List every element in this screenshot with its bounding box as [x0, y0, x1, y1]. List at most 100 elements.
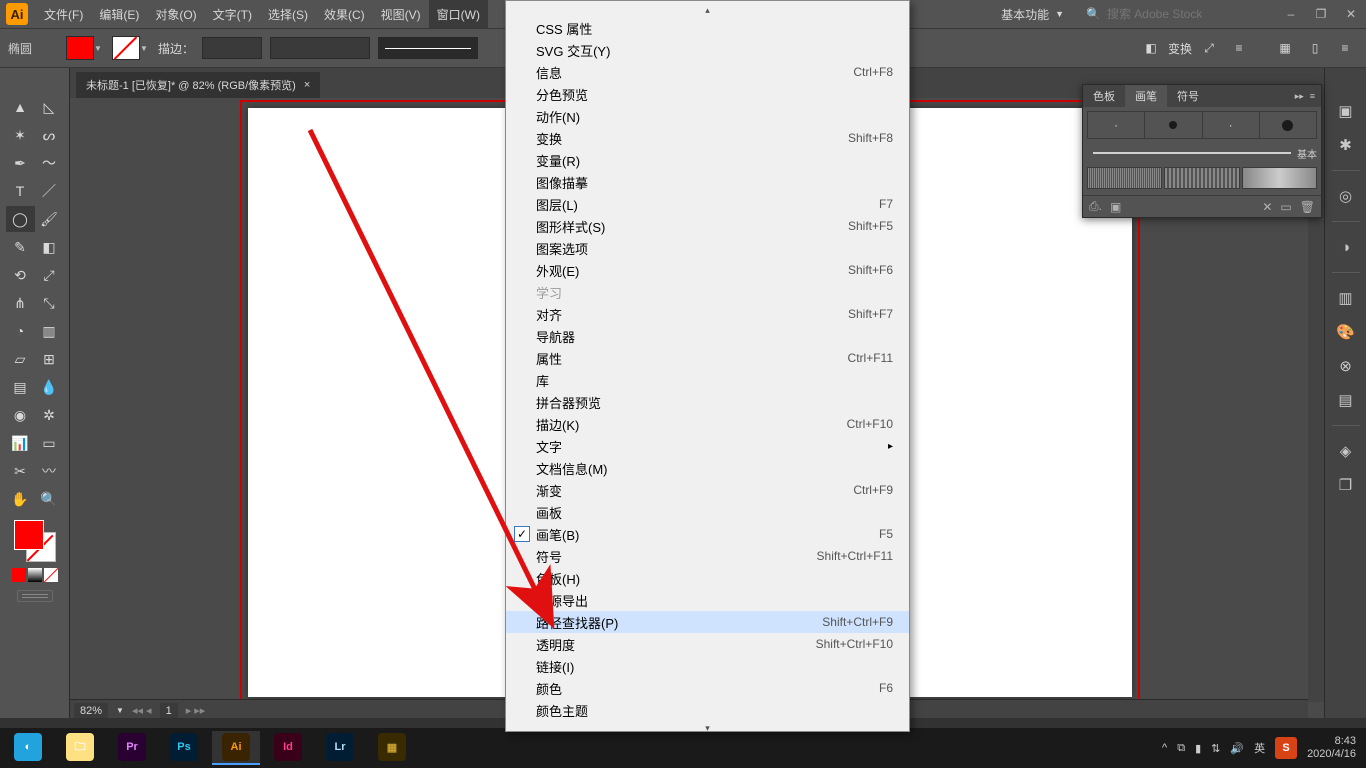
- layers-panel-icon[interactable]: ▤: [1332, 387, 1360, 413]
- stock-search[interactable]: 🔍: [1076, 7, 1276, 21]
- ellipse-tool[interactable]: ◯: [6, 206, 35, 232]
- eraser-tool[interactable]: ◧: [35, 234, 64, 260]
- stroke-profile-field[interactable]: [270, 37, 370, 59]
- shape-builder-tool[interactable]: ◔: [6, 318, 35, 344]
- menu-item[interactable]: 库: [506, 369, 909, 391]
- hand-tool-alt[interactable]: 〰: [35, 458, 64, 484]
- tab-swatches[interactable]: 色板: [1083, 85, 1125, 107]
- window-minimize[interactable]: –: [1276, 0, 1306, 28]
- menu-scroll-down-icon[interactable]: ▾: [506, 721, 909, 735]
- taskbar-app-indesign[interactable]: Id: [264, 731, 312, 765]
- menu-scroll-up-icon[interactable]: ▴: [506, 3, 909, 17]
- gradient-tool[interactable]: ▤: [6, 374, 35, 400]
- menu-item[interactable]: 导航器: [506, 325, 909, 347]
- page-field[interactable]: 1: [160, 703, 178, 719]
- menu-item[interactable]: 对齐Shift+F7: [506, 303, 909, 325]
- menu-item[interactable]: 符号Shift+Ctrl+F11: [506, 545, 909, 567]
- taskbar-app-browser[interactable]: ◐: [4, 731, 52, 765]
- width-tool[interactable]: ⋔: [6, 290, 35, 316]
- tab-close-icon[interactable]: ×: [304, 79, 310, 91]
- menu-item[interactable]: SVG 交互(Y): [506, 39, 909, 61]
- magic-wand-tool[interactable]: ✶: [6, 122, 35, 148]
- stroke-weight-field[interactable]: [202, 37, 262, 59]
- tray-up-icon[interactable]: ^: [1162, 742, 1167, 754]
- taskbar-app-illustrator[interactable]: Ai: [212, 731, 260, 765]
- prefs-icon[interactable]: ▯: [1302, 37, 1328, 59]
- curvature-tool[interactable]: 〜: [35, 150, 64, 176]
- cc-panel-icon[interactable]: ◎: [1332, 183, 1360, 209]
- remove-stroke-icon[interactable]: ✕: [1262, 200, 1272, 214]
- pen-tool[interactable]: ✒: [6, 150, 35, 176]
- menu-item[interactable]: 文字: [506, 435, 909, 457]
- menu-item[interactable]: 信息Ctrl+F8: [506, 61, 909, 83]
- menu-effect[interactable]: 效果(C): [316, 0, 373, 28]
- libraries-panel-icon[interactable]: ✱: [1332, 132, 1360, 158]
- color-guide-icon[interactable]: 🎨: [1332, 319, 1360, 345]
- menu-item[interactable]: 链接(I): [506, 655, 909, 677]
- fill-color[interactable]: [14, 520, 44, 550]
- document-tab[interactable]: 未标题-1 [已恢复]* @ 82% (RGB/像素预览) ×: [76, 72, 320, 98]
- workspace-switcher[interactable]: 基本功能 ▼: [989, 6, 1076, 23]
- menu-item[interactable]: 路径查找器(P)Shift+Ctrl+F9: [506, 611, 909, 633]
- menu-item[interactable]: 文档信息(M): [506, 457, 909, 479]
- window-close[interactable]: ✕: [1336, 0, 1366, 28]
- zoom-field[interactable]: 82%: [74, 703, 108, 719]
- selection-tool[interactable]: ▲: [6, 94, 35, 120]
- free-transform-tool[interactable]: ⤡: [35, 290, 64, 316]
- brush-def-field[interactable]: [378, 37, 478, 59]
- basic-brush-row[interactable]: 基本: [1087, 141, 1317, 165]
- new-brush-icon[interactable]: ▭: [1280, 200, 1291, 214]
- panel-collapse-icon[interactable]: ▸▸: [1295, 91, 1304, 102]
- taskbar-app-photoshop[interactable]: Ps: [160, 731, 208, 765]
- brush-library-icon[interactable]: ⎙.: [1089, 199, 1102, 214]
- shaper-tool[interactable]: ✎: [6, 234, 35, 260]
- direct-selection-tool[interactable]: ◺: [35, 94, 64, 120]
- zoom-tool[interactable]: 🔍: [35, 486, 64, 512]
- lasso-tool[interactable]: ᔕ: [35, 122, 64, 148]
- artboards-panel-icon[interactable]: ❐: [1332, 472, 1360, 498]
- transform-icon[interactable]: ⤢: [1196, 37, 1222, 59]
- fill-swatch[interactable]: [66, 36, 94, 60]
- window-restore[interactable]: ❐: [1306, 0, 1336, 28]
- menu-item[interactable]: 渐变Ctrl+F9: [506, 479, 909, 501]
- menu-item[interactable]: 图像描摹: [506, 171, 909, 193]
- panel-menu-icon[interactable]: ≡: [1310, 91, 1315, 101]
- menu-item[interactable]: 拼合器预览: [506, 391, 909, 413]
- tray-ime-icon[interactable]: S: [1275, 737, 1297, 759]
- menu-item[interactable]: 图层(L)F7: [506, 193, 909, 215]
- perspective-tool[interactable]: ▱: [6, 346, 35, 372]
- taskbar-app-media[interactable]: ▦: [368, 731, 416, 765]
- fill-dropdown-icon[interactable]: ▼: [94, 44, 104, 53]
- type-tool[interactable]: T: [6, 178, 35, 204]
- color-mode-solid[interactable]: [12, 568, 26, 582]
- blend-tool[interactable]: ◉: [6, 402, 35, 428]
- appearance-panel-icon[interactable]: ◈: [1332, 438, 1360, 464]
- menu-item[interactable]: 画板: [506, 501, 909, 523]
- paintbrush-tool[interactable]: 🖌: [35, 206, 64, 232]
- slice-tool[interactable]: ✂: [6, 458, 35, 484]
- tray-clock[interactable]: 8:43 2020/4/16: [1307, 735, 1356, 761]
- stroke-swatch[interactable]: [112, 36, 140, 60]
- screen-mode-button[interactable]: [17, 590, 53, 602]
- color-swatches[interactable]: [14, 520, 56, 562]
- menu-item[interactable]: 画笔(B)F5: [506, 523, 909, 545]
- menu-item[interactable]: 描边(K)Ctrl+F10: [506, 413, 909, 435]
- graph-tool[interactable]: 📊: [6, 430, 35, 456]
- rotate-tool[interactable]: ⟲: [6, 262, 35, 288]
- menu-item[interactable]: 资源导出: [506, 589, 909, 611]
- taskbar-app-explorer[interactable]: 🗀: [56, 731, 104, 765]
- deco-brush-row[interactable]: [1087, 165, 1317, 191]
- menu-item[interactable]: 属性Ctrl+F11: [506, 347, 909, 369]
- taskbar-app-lightroom[interactable]: Lr: [316, 731, 364, 765]
- properties-panel-icon[interactable]: ▣: [1332, 98, 1360, 124]
- menu-edit[interactable]: 编辑(E): [91, 0, 147, 28]
- menu-object[interactable]: 对象(O): [147, 0, 204, 28]
- swatches-panel-icon[interactable]: ▥: [1332, 285, 1360, 311]
- tray-ime-lang[interactable]: 英: [1254, 740, 1265, 756]
- menu-type[interactable]: 文字(T): [205, 0, 260, 28]
- stroke-dropdown-icon[interactable]: ▼: [140, 44, 150, 53]
- tab-brushes[interactable]: 画笔: [1125, 85, 1167, 107]
- live-paint-tool[interactable]: ▥: [35, 318, 64, 344]
- tray-battery-icon[interactable]: ▮: [1195, 742, 1201, 755]
- menu-window[interactable]: 窗口(W): [429, 0, 488, 28]
